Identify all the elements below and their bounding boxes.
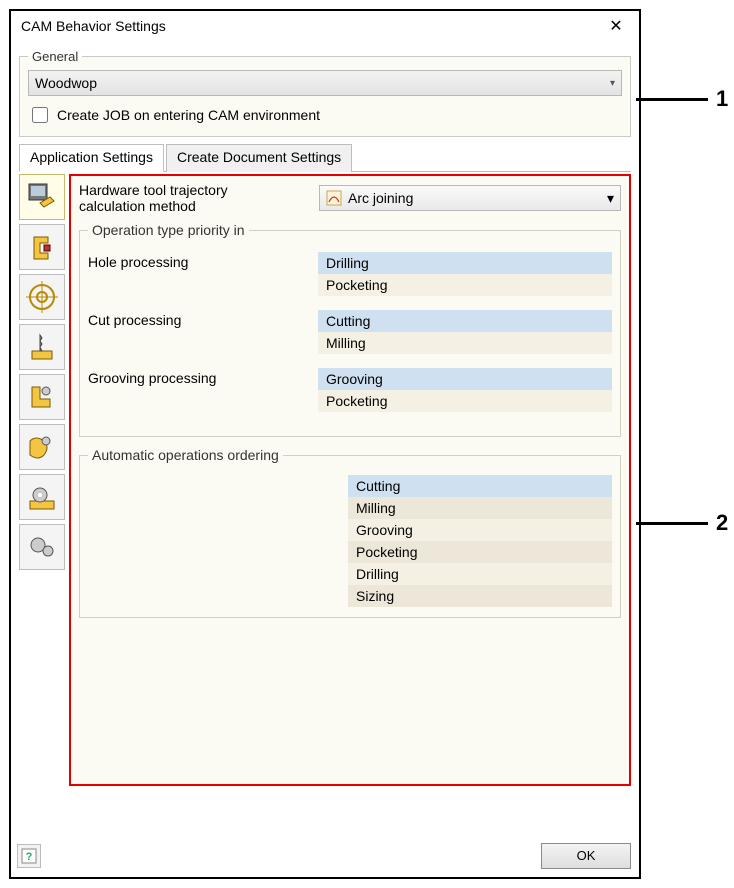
titlebar: CAM Behavior Settings ✕ [11, 11, 639, 41]
create-job-checkbox-row[interactable]: Create JOB on entering CAM environment [28, 104, 622, 126]
hole-list[interactable]: Drilling Pocketing [318, 252, 612, 296]
list-item[interactable]: Grooving [318, 368, 612, 390]
trajectory-label: Hardware tool trajectory calculation met… [79, 182, 309, 214]
create-job-checkbox[interactable] [32, 107, 48, 123]
cam-behavior-dialog: CAM Behavior Settings ✕ General Woodwop … [9, 9, 641, 879]
list-item[interactable]: Pocketing [318, 390, 612, 412]
machine-select[interactable]: Woodwop ▾ [28, 70, 622, 96]
chevron-down-icon: ▾ [607, 190, 614, 207]
auto-list-wrap: Cutting Milling Grooving Pocketing Drill… [88, 475, 612, 607]
list-item[interactable]: Sizing [348, 585, 612, 607]
sidebar-tool[interactable] [19, 374, 65, 420]
chevron-down-icon: ▾ [610, 78, 615, 89]
auto-ordering-fieldset: Automatic operations ordering Cutting Mi… [79, 447, 621, 618]
general-legend: General [28, 49, 82, 64]
tab-application-settings[interactable]: Application Settings [19, 144, 164, 172]
sidebar-drill[interactable] [19, 324, 65, 370]
hole-processing-row: Hole processing Drilling Pocketing [88, 252, 612, 296]
list-item[interactable]: Milling [318, 332, 612, 354]
general-fieldset: General Woodwop ▾ Create JOB on entering… [19, 49, 631, 137]
grooving-processing-row: Grooving processing Grooving Pocketing [88, 368, 612, 412]
auto-list[interactable]: Cutting Milling Grooving Pocketing Drill… [348, 475, 612, 607]
spacer [88, 475, 348, 607]
priority-fieldset: Operation type priority in Hole processi… [79, 222, 621, 437]
tool-icon [26, 381, 58, 413]
list-item[interactable]: Cutting [318, 310, 612, 332]
trajectory-row: Hardware tool trajectory calculation met… [79, 182, 621, 214]
icon-sidebar [19, 174, 67, 786]
callout-1: 1 [636, 86, 728, 112]
help-icon: ? [21, 848, 37, 864]
cut-list[interactable]: Cutting Milling [318, 310, 612, 354]
machine-select-value: Woodwop [35, 75, 97, 91]
arc-joining-icon [326, 190, 342, 206]
callout-line [636, 522, 708, 525]
list-item[interactable]: Pocketing [318, 274, 612, 296]
callout-line [636, 98, 708, 101]
trajectory-select[interactable]: Arc joining ▾ [319, 185, 621, 211]
list-item[interactable]: Drilling [348, 563, 612, 585]
cam-settings-icon [26, 181, 58, 213]
trajectory-value: Arc joining [348, 190, 413, 206]
sidebar-cam-settings[interactable] [19, 174, 65, 220]
priority-legend: Operation type priority in [88, 222, 249, 238]
clamp-icon [26, 231, 58, 263]
window-title: CAM Behavior Settings [19, 18, 166, 34]
groove-list[interactable]: Grooving Pocketing [318, 368, 612, 412]
main-panel: Hardware tool trajectory calculation met… [69, 174, 631, 786]
callout-number: 2 [716, 510, 728, 536]
list-item[interactable]: Milling [348, 497, 612, 519]
callout-number: 1 [716, 86, 728, 112]
hole-label: Hole processing [88, 252, 318, 270]
tab-strip: Application Settings Create Document Set… [19, 143, 631, 172]
gear-base-icon [26, 481, 58, 513]
drill-icon [26, 331, 58, 363]
dialog-footer: ? OK [17, 843, 631, 869]
sidebar-pocket[interactable] [19, 424, 65, 470]
content-row: Hardware tool trajectory calculation met… [19, 174, 631, 786]
groove-label: Grooving processing [88, 368, 318, 386]
list-item[interactable]: Drilling [318, 252, 612, 274]
auto-ordering-legend: Automatic operations ordering [88, 447, 283, 463]
tab-create-document-settings[interactable]: Create Document Settings [166, 144, 352, 172]
sidebar-gear-two[interactable] [19, 524, 65, 570]
pocket-icon [26, 431, 58, 463]
list-item[interactable]: Cutting [348, 475, 612, 497]
cut-label: Cut processing [88, 310, 318, 328]
ok-button[interactable]: OK [541, 843, 631, 869]
close-icon[interactable]: ✕ [601, 16, 631, 36]
sidebar-gear-base[interactable] [19, 474, 65, 520]
list-item[interactable]: Pocketing [348, 541, 612, 563]
callout-2: 2 [636, 510, 728, 536]
dialog-body: General Woodwop ▾ Create JOB on entering… [11, 41, 639, 792]
sidebar-target[interactable] [19, 274, 65, 320]
list-item[interactable]: Grooving [348, 519, 612, 541]
target-icon [26, 281, 58, 313]
create-job-label: Create JOB on entering CAM environment [57, 107, 320, 123]
svg-text:?: ? [26, 851, 33, 863]
sidebar-clamp[interactable] [19, 224, 65, 270]
help-button[interactable]: ? [17, 844, 41, 868]
cut-processing-row: Cut processing Cutting Milling [88, 310, 612, 354]
gear-two-icon [26, 531, 58, 563]
